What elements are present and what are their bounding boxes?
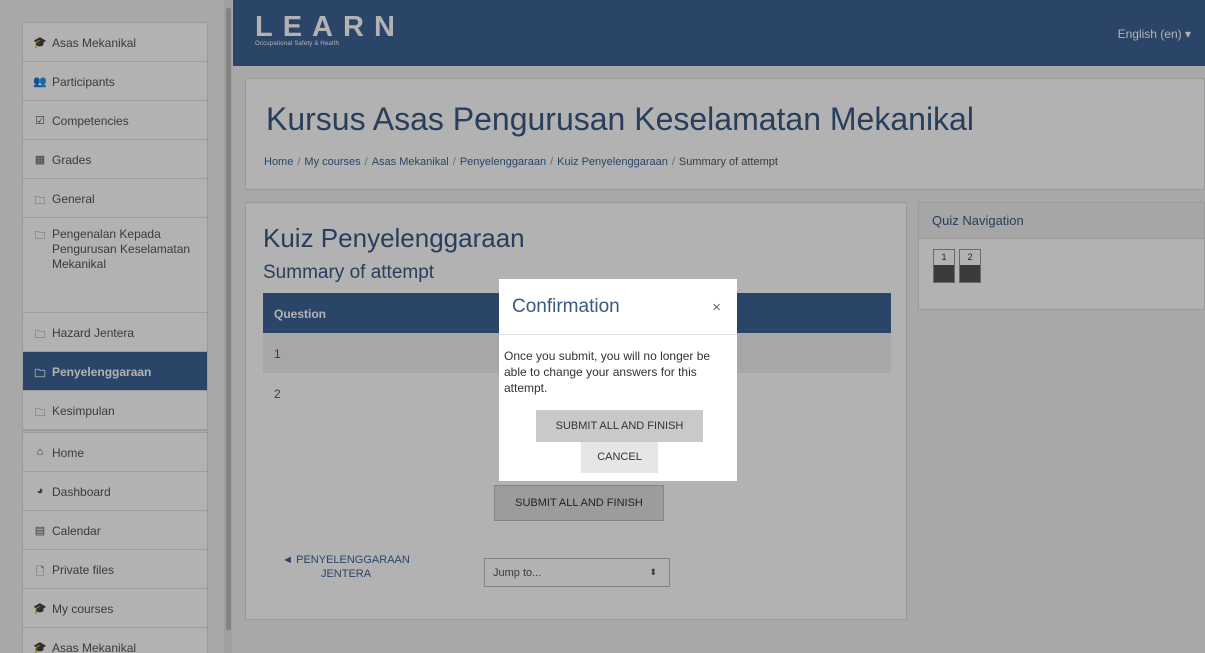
dialog-message: Once you submit, you will no longer be a…: [504, 349, 711, 395]
confirmation-dialog: Confirmation × Once you submit, you will…: [499, 279, 737, 481]
divider: [499, 334, 737, 335]
dialog-submit-button[interactable]: SUBMIT ALL AND FINISH: [536, 410, 703, 442]
close-icon[interactable]: ×: [712, 299, 721, 316]
dialog-cancel-button[interactable]: CANCEL: [581, 442, 658, 473]
dialog-title: Confirmation: [512, 296, 620, 317]
